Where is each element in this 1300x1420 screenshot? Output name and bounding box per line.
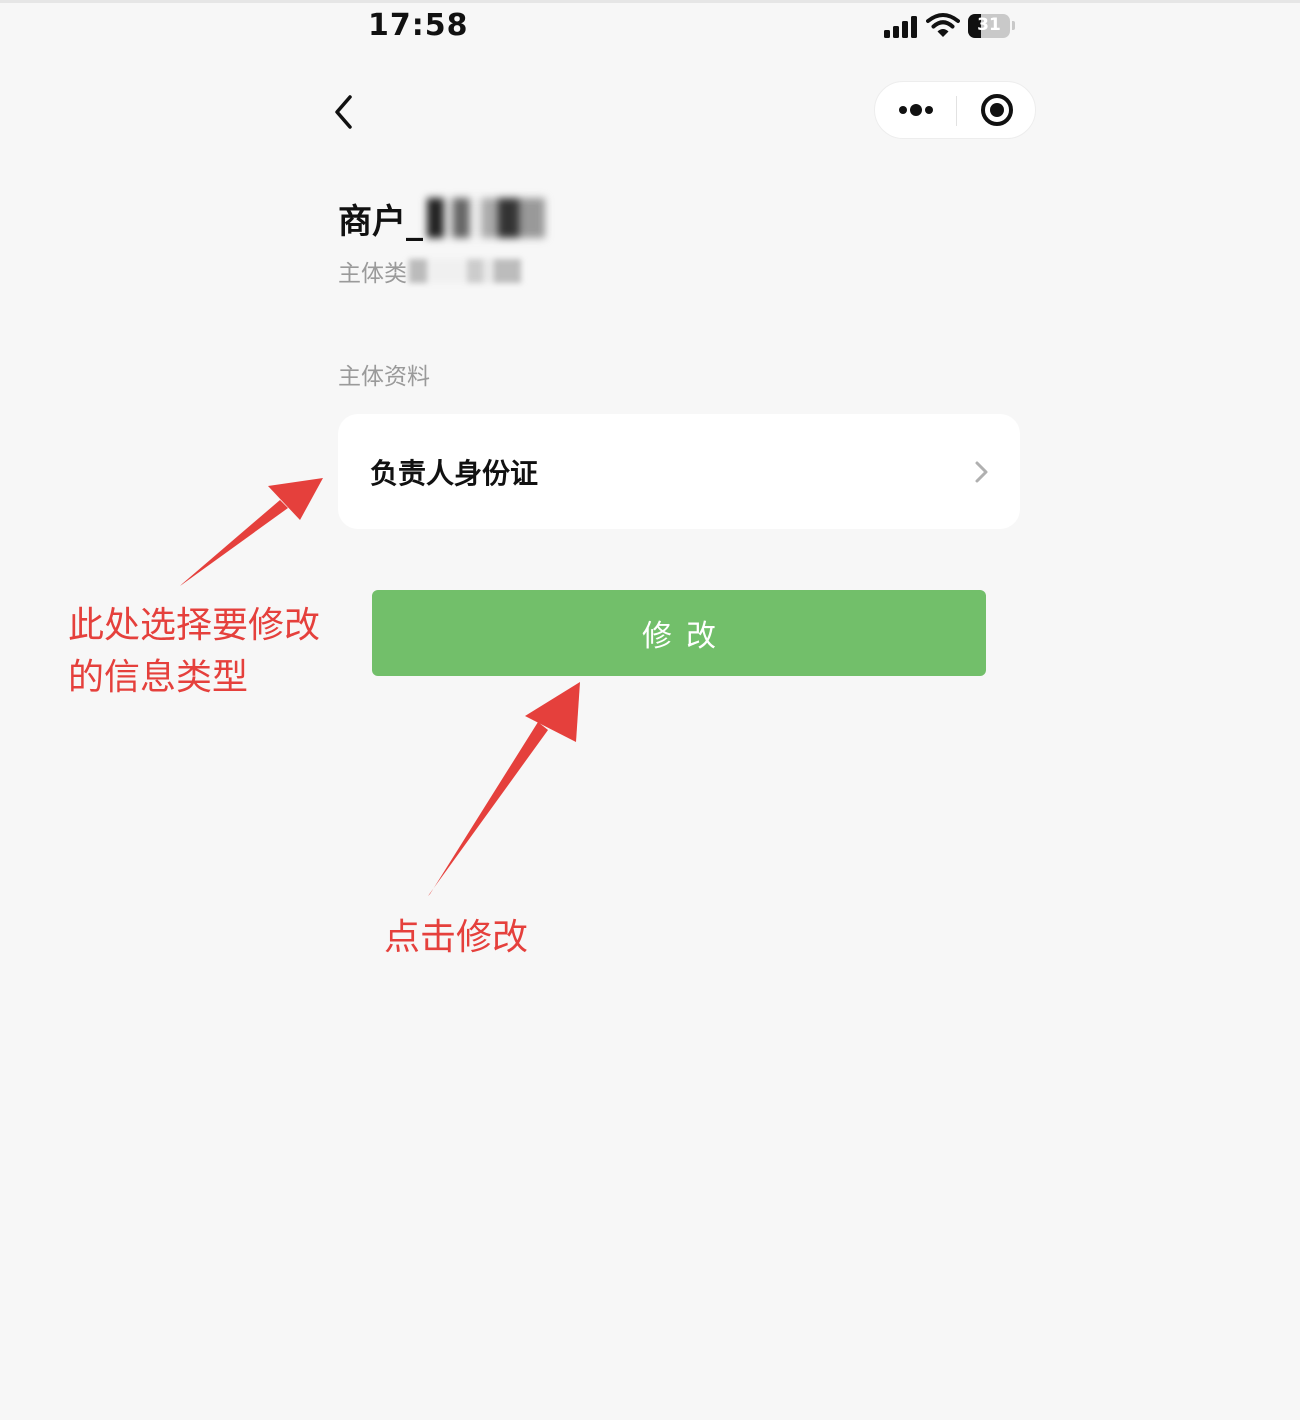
miniprogram-capsule xyxy=(874,81,1036,139)
merchant-title: 商户_ xyxy=(338,201,423,242)
arrow-to-button xyxy=(428,682,580,896)
section-label: 主体资料 xyxy=(338,364,430,390)
back-icon[interactable] xyxy=(330,90,360,134)
entity-type-row: 主体类 xyxy=(338,256,521,287)
wifi-icon xyxy=(926,13,960,37)
status-time: 17:58 xyxy=(368,8,469,43)
entity-type-label: 主体类 xyxy=(338,261,407,287)
id-card-item[interactable]: 负责人身份证 xyxy=(338,414,1020,529)
annotation-line: 此处选择要修改 xyxy=(68,605,321,646)
id-card-item-label: 负责人身份证 xyxy=(370,457,539,490)
redacted-entity-type xyxy=(409,259,521,283)
battery-icon: 31 xyxy=(968,14,1010,38)
more-icon[interactable] xyxy=(875,82,955,138)
annotation-line: 的信息类型 xyxy=(68,657,249,698)
close-miniprogram-icon[interactable] xyxy=(957,82,1037,138)
annotation-click-modify: 点击修改 xyxy=(384,917,529,958)
annotation-choose-type: 此处选择要修改 的信息类型 xyxy=(68,600,358,704)
arrow-to-card xyxy=(180,478,323,586)
annotation-arrows xyxy=(180,478,580,896)
chevron-right-icon xyxy=(975,461,988,483)
merchant-title-row: 商户_ xyxy=(338,196,545,242)
redacted-merchant-name xyxy=(427,198,545,238)
signal-icon xyxy=(884,16,918,38)
battery-level: 31 xyxy=(977,15,1001,35)
modify-button[interactable]: 修改 xyxy=(372,590,986,676)
battery-nub xyxy=(1012,21,1015,30)
top-border xyxy=(0,0,1300,3)
